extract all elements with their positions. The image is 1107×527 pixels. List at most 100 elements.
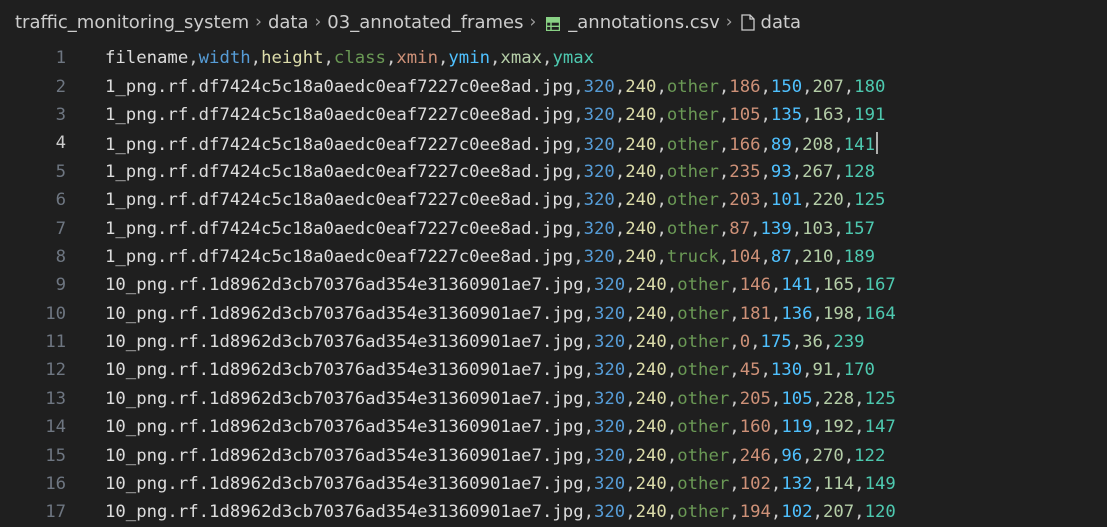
csv-cell: 192 <box>822 417 855 438</box>
comma-separator: , <box>718 76 730 97</box>
comma-separator: , <box>718 104 730 125</box>
comma-separator: , <box>729 275 740 296</box>
code-line[interactable]: 2 1_png.rf.df7424c5c18a0aedc0eaf7227c0ee8… <box>0 72 1107 100</box>
breadcrumb-folder-annotated-frames[interactable]: 03_annotated_frames <box>327 12 523 33</box>
line-number: 1 <box>55 48 66 69</box>
comma-separator: , <box>802 360 813 381</box>
line-number: 10 <box>45 303 66 324</box>
comma-separator: , <box>583 417 594 438</box>
csv-cell: 149 <box>864 474 896 495</box>
breadcrumb-folder-data[interactable]: data <box>268 12 309 33</box>
comma-separator: , <box>854 474 865 495</box>
code-editor[interactable]: 1 filename,width,height,class,xmin,ymin,x… <box>0 44 1107 527</box>
csv-cell: 320 <box>583 246 615 267</box>
comma-separator: , <box>812 417 823 438</box>
comma-separator: , <box>802 104 813 125</box>
comma-separator: , <box>718 134 730 155</box>
comma-separator: , <box>188 48 199 69</box>
code-line[interactable]: 14 10_png.rf.1d8962d3cb70376ad354e3136090… <box>0 413 1107 441</box>
code-line[interactable]: 7 1_png.rf.df7424c5c18a0aedc0eaf7227c0ee8… <box>0 214 1107 242</box>
comma-separator: , <box>573 218 584 239</box>
code-line[interactable]: 16 10_png.rf.1d8962d3cb70376ad354e3136090… <box>0 470 1107 498</box>
breadcrumb-file-annotations-csv[interactable]: _annotations.csv <box>568 12 719 33</box>
csv-cell: 320 <box>594 360 626 381</box>
breadcrumb-folder-traffic-monitoring-system[interactable]: traffic_monitoring_system <box>15 12 249 33</box>
comma-separator: , <box>770 502 782 523</box>
comma-separator: , <box>625 417 636 438</box>
csv-cell: other <box>666 76 719 97</box>
comma-separator: , <box>666 388 678 409</box>
comma-separator: , <box>854 417 865 438</box>
comma-separator: , <box>573 190 584 211</box>
csv-cell: 203 <box>729 190 761 211</box>
code-line[interactable]: 1 filename,width,height,class,xmin,ymin,x… <box>0 44 1107 72</box>
csv-cell: 320 <box>594 332 626 353</box>
line-content: 10_png.rf.1d8962d3cb70376ad354e31360901a… <box>66 417 896 437</box>
csv-cell: 167 <box>864 275 896 296</box>
file-icon <box>740 13 755 31</box>
comma-separator: , <box>625 388 636 409</box>
comma-separator: , <box>625 275 636 296</box>
csv-cell: 194 <box>739 502 771 523</box>
comma-separator: , <box>666 474 678 495</box>
code-line[interactable]: 13 10_png.rf.1d8962d3cb70376ad354e3136090… <box>0 385 1107 413</box>
comma-separator: , <box>490 48 501 69</box>
code-line[interactable]: 4 1_png.rf.df7424c5c18a0aedc0eaf7227c0ee8… <box>0 129 1107 157</box>
comma-separator: , <box>656 190 667 211</box>
csv-cell: 141 <box>781 275 813 296</box>
line-number: 12 <box>45 360 66 381</box>
line-content: filename,width,height,class,xmin,ymin,xm… <box>66 48 594 68</box>
comma-separator: , <box>770 445 782 466</box>
line-content: 10_png.rf.1d8962d3cb70376ad354e31360901a… <box>66 502 896 522</box>
comma-separator: , <box>583 275 594 296</box>
code-line[interactable]: 15 10_png.rf.1d8962d3cb70376ad354e3136090… <box>0 441 1107 469</box>
line-number: 3 <box>55 104 66 125</box>
code-line[interactable]: 10 10_png.rf.1d8962d3cb70376ad354e3136090… <box>0 300 1107 328</box>
csv-cell: 103 <box>802 218 834 239</box>
code-line[interactable]: 5 1_png.rf.df7424c5c18a0aedc0eaf7227c0ee8… <box>0 158 1107 186</box>
line-content: 1_png.rf.df7424c5c18a0aedc0eaf7227c0ee8a… <box>66 77 885 97</box>
breadcrumb-symbol-data[interactable]: data <box>761 12 802 33</box>
line-content: 10_png.rf.1d8962d3cb70376ad354e31360901a… <box>66 275 896 295</box>
code-line[interactable]: 3 1_png.rf.df7424c5c18a0aedc0eaf7227c0ee8… <box>0 101 1107 129</box>
comma-separator: , <box>760 360 771 381</box>
comma-separator: , <box>614 190 626 211</box>
csv-cell: 128 <box>843 161 875 182</box>
comma-separator: , <box>770 275 782 296</box>
csv-cell: 102 <box>739 474 771 495</box>
comma-separator: , <box>656 218 667 239</box>
csv-cell: 87 <box>729 218 751 239</box>
csv-cell: 1_png.rf.df7424c5c18a0aedc0eaf7227c0ee8a… <box>105 246 574 267</box>
comma-separator: , <box>791 134 803 155</box>
csv-cell: 320 <box>583 190 615 211</box>
comma-separator: , <box>323 48 334 69</box>
code-line[interactable]: 9 10_png.rf.1d8962d3cb70376ad354e31360901… <box>0 271 1107 299</box>
code-line[interactable]: 12 10_png.rf.1d8962d3cb70376ad354e3136090… <box>0 356 1107 384</box>
comma-separator: , <box>729 303 740 324</box>
csv-cell: 1_png.rf.df7424c5c18a0aedc0eaf7227c0ee8a… <box>105 134 574 155</box>
code-line[interactable]: 17 10_png.rf.1d8962d3cb70376ad354e3136090… <box>0 498 1107 526</box>
csv-file-icon <box>546 15 561 32</box>
line-number: 14 <box>45 417 66 438</box>
code-line[interactable]: 6 1_png.rf.df7424c5c18a0aedc0eaf7227c0ee8… <box>0 186 1107 214</box>
comma-separator: , <box>583 502 594 523</box>
comma-separator: , <box>656 104 667 125</box>
csv-cell: 165 <box>822 275 855 296</box>
chevron-right-icon: › <box>314 12 322 32</box>
csv-cell: other <box>677 502 730 523</box>
comma-separator: , <box>760 104 771 125</box>
comma-separator: , <box>656 76 667 97</box>
code-line[interactable]: 11 10_png.rf.1d8962d3cb70376ad354e3136090… <box>0 328 1107 356</box>
comma-separator: , <box>833 360 844 381</box>
comma-separator: , <box>614 246 626 267</box>
csv-cell: 240 <box>625 161 657 182</box>
comma-separator: , <box>770 474 782 495</box>
csv-cell: 240 <box>635 275 667 296</box>
comma-separator: , <box>729 502 740 523</box>
code-line[interactable]: 8 1_png.rf.df7424c5c18a0aedc0eaf7227c0ee8… <box>0 243 1107 271</box>
csv-cell: 45 <box>739 360 761 381</box>
csv-cell: 240 <box>635 502 667 523</box>
line-number: 4 <box>55 133 66 154</box>
csv-cell: 228 <box>822 388 855 409</box>
csv-cell: 240 <box>635 332 667 353</box>
